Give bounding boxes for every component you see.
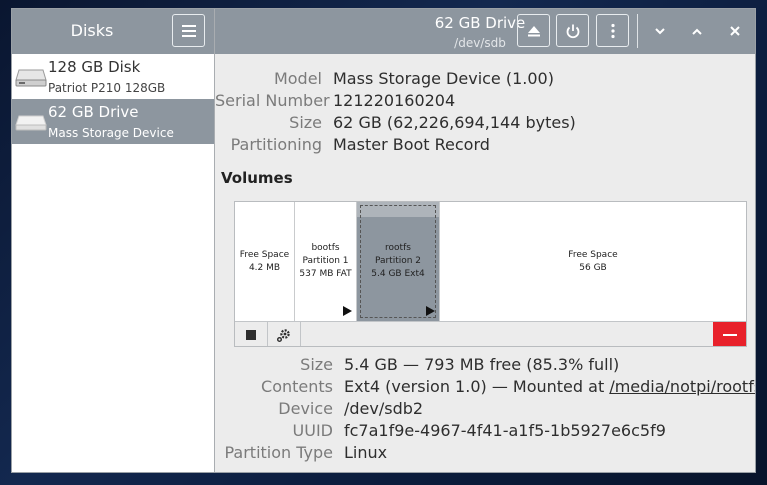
volumes-map: Free Space 4.2 MB bootfs Partition 1 537… — [234, 201, 747, 347]
sidebar-title: Disks — [70, 21, 114, 40]
partition-line1: bootfs — [311, 243, 340, 253]
minimize-icon — [655, 27, 665, 34]
partition-type-label: Partition Type — [224, 443, 333, 462]
stop-icon — [246, 330, 256, 340]
close-icon — [730, 26, 740, 36]
mount-point-link[interactable]: /media/notpi/rootfs — [609, 377, 755, 396]
contents-label: Contents — [261, 377, 333, 396]
volumes-heading: Volumes — [221, 169, 293, 187]
part-size-label: Size — [300, 355, 333, 374]
partitioning-label: Partitioning — [230, 135, 322, 154]
hamburger-menu-icon — [181, 24, 196, 37]
model-label: Model — [273, 69, 322, 88]
uuid-label: UUID — [292, 421, 333, 440]
disk-item-62gb[interactable]: 62 GB Drive Mass Storage Device — [12, 99, 214, 144]
uuid-value: fc7a1f9e-4967-4f41-a1f5-1b5927e6c5f9 — [344, 421, 666, 440]
maximize-icon — [692, 28, 702, 35]
hard-disk-icon — [15, 69, 47, 87]
partition-line1: Free Space — [239, 249, 290, 260]
drive-options-button[interactable] — [596, 14, 629, 47]
disk-subtitle: Patriot P210 128GB — [48, 81, 166, 95]
partition-line1: rootfs — [385, 243, 411, 253]
delete-minus-icon — [722, 333, 737, 336]
size-value: 62 GB (62,226,694,144 bytes) — [333, 113, 576, 132]
device-value: /dev/sdb2 — [344, 399, 424, 418]
mounted-play-icon — [426, 306, 435, 316]
main-panel: 62 GB Drive /dev/sdb Model Mass Storage … — [215, 9, 755, 472]
partition-line3: 5.4 GB Ext4 — [371, 269, 425, 279]
device-label: Device — [278, 399, 333, 418]
menu-button[interactable] — [172, 14, 205, 47]
model-value: Mass Storage Device (1.00) — [333, 69, 554, 88]
partition-line3: 537 MB FAT — [299, 269, 352, 279]
drive-icon — [15, 115, 47, 131]
power-icon — [566, 24, 579, 38]
partition-line2: Partition 1 — [302, 256, 349, 266]
maximize-button[interactable] — [684, 18, 710, 44]
eject-icon — [527, 25, 540, 36]
sidebar: Disks 128 GB Disk Patriot P210 128GB 62 … — [12, 9, 215, 472]
partition-line1: Free Space — [568, 249, 618, 260]
serial-value: 121220160204 — [333, 91, 456, 110]
settings-gear-icon — [277, 329, 290, 342]
size-label: Size — [289, 113, 322, 132]
mounted-play-icon — [343, 306, 352, 316]
partition-type-value: Linux — [344, 443, 388, 462]
partition-line2: Partition 2 — [374, 256, 422, 266]
unmount-button[interactable] — [235, 322, 268, 346]
serial-label: Serial Number — [215, 91, 330, 110]
header-separator — [637, 14, 638, 48]
partition-line2: 4.2 MB — [248, 262, 281, 273]
more-options-icon — [610, 23, 615, 38]
minimize-button[interactable] — [647, 18, 673, 44]
partitioning-value: Master Boot Record — [333, 135, 490, 154]
disk-subtitle: Mass Storage Device — [48, 126, 174, 140]
partition-settings-button[interactable] — [268, 322, 301, 346]
part-size-value: 5.4 GB — 793 MB free (85.3% full) — [344, 355, 620, 374]
partition-rootfs[interactable]: rootfs Partition 2 5.4 GB Ext4 — [357, 202, 440, 321]
disk-name: 128 GB Disk — [48, 58, 141, 76]
sidebar-header: Disks — [12, 9, 214, 54]
eject-button[interactable] — [517, 14, 550, 47]
partition-line2: 56 GB — [579, 262, 607, 273]
volume-toolbar — [235, 321, 746, 346]
contents-value: Ext4 (version 1.0) — Mounted at /media/n… — [344, 377, 755, 396]
disks-window: Disks 128 GB Disk Patriot P210 128GB 62 … — [11, 8, 756, 473]
close-button[interactable] — [722, 18, 748, 44]
partition-free-space-2[interactable]: Free Space 56 GB — [440, 202, 746, 321]
disk-item-128gb[interactable]: 128 GB Disk Patriot P210 128GB — [12, 54, 214, 99]
contents-text: Ext4 (version 1.0) — Mounted at — [344, 377, 610, 396]
power-off-button[interactable] — [556, 14, 589, 47]
delete-partition-button[interactable] — [713, 322, 746, 346]
partition-free-space-1[interactable]: Free Space 4.2 MB — [235, 202, 295, 321]
partition-bootfs[interactable]: bootfs Partition 1 537 MB FAT — [295, 202, 357, 321]
disk-name: 62 GB Drive — [48, 103, 139, 121]
main-header: 62 GB Drive /dev/sdb — [215, 9, 755, 54]
